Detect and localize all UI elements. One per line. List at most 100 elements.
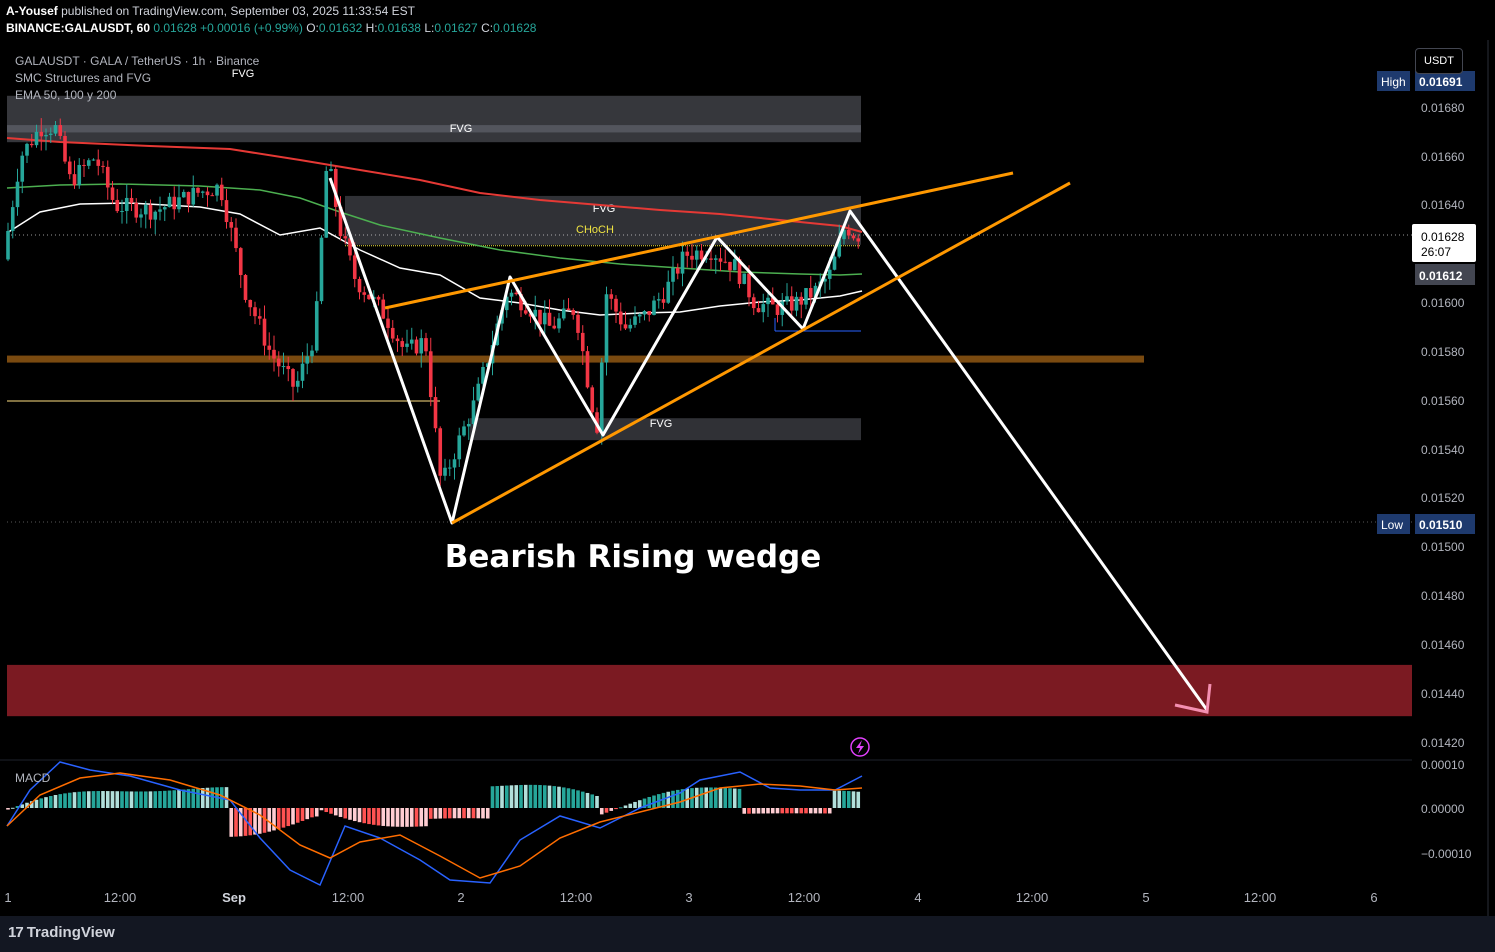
macd-histogram-bar [552, 786, 557, 808]
target-zone [7, 664, 1412, 717]
candle [457, 435, 462, 460]
candle [129, 197, 134, 203]
candle [210, 195, 215, 197]
time-tick: 3 [685, 890, 692, 905]
candle [181, 191, 186, 198]
candle [286, 366, 291, 370]
macd-histogram-bar [528, 784, 533, 808]
time-tick: 12:00 [788, 890, 821, 905]
macd-histogram-bar [105, 791, 110, 808]
candle [86, 160, 91, 166]
macd-histogram-bar [234, 808, 238, 837]
candle [272, 349, 276, 359]
macd-histogram-bar [433, 808, 438, 819]
macd-histogram-bar [63, 793, 67, 808]
candle [856, 238, 861, 242]
time-tick: 12:00 [560, 890, 593, 905]
symbol-text: BINANCE:GALAUSDT, 60 [6, 21, 151, 35]
candle [561, 308, 566, 319]
macd-histogram-bar [452, 808, 457, 819]
chart-zones: FVGFVGFVGFVGCHoCH [7, 68, 1412, 717]
macd-histogram-bar [91, 791, 96, 808]
macd-histogram-bar [804, 808, 808, 814]
chart-canvas[interactable]: FVGFVGFVGFVGCHoCH Bearish Rising wedge 0… [0, 0, 1495, 952]
macd-histogram-bar [34, 799, 39, 808]
candle [153, 211, 158, 220]
macd-histogram-bar [276, 808, 281, 830]
candle [124, 197, 129, 212]
macd-histogram-bar [286, 808, 291, 827]
macd-histogram-bar [281, 808, 286, 828]
candle [538, 309, 542, 325]
time-tick: 12:00 [1244, 890, 1277, 905]
macd-histogram-bar [509, 785, 514, 808]
macd-histogram-bar [324, 808, 329, 813]
macd-histogram-bar [10, 807, 15, 809]
macd-histogram-bar [333, 808, 338, 816]
macd-histogram-bar [314, 808, 319, 817]
current-price-value: 0.01628 [1421, 230, 1465, 244]
macd-histogram-bar [823, 808, 827, 814]
footer-bar [0, 916, 1495, 952]
candle [238, 248, 243, 276]
macd-histogram-bar [343, 808, 348, 819]
candle [248, 299, 253, 308]
candle [452, 459, 457, 468]
macd-histogram-bar [576, 790, 580, 808]
tradingview-logo[interactable]: 17 TradingView [8, 924, 115, 941]
legend-title[interactable]: GALAUSDT · GALA / TetherUS · 1h · Binanc… [15, 54, 259, 68]
candle [53, 125, 58, 134]
candle [671, 267, 675, 282]
legend-indicator-ema[interactable]: EMA 50, 100 y 200 [15, 88, 116, 102]
ohlc-line: BINANCE:GALAUSDT, 60 0.01628 +0.00016 (+… [6, 21, 536, 35]
candle [110, 187, 115, 200]
candle [680, 251, 685, 274]
legend-indicator-smc[interactable]: SMC Structures and FVG [15, 71, 151, 85]
candle [409, 339, 414, 344]
candle [324, 170, 329, 238]
macd-histogram-bar [110, 791, 115, 808]
candle [713, 258, 718, 260]
price-tick: 0.01660 [1421, 150, 1465, 164]
macd-histogram-bar [262, 808, 267, 833]
macd-histogram-bar [177, 789, 181, 808]
candle [63, 135, 67, 162]
price-tick: 0.01480 [1421, 589, 1465, 603]
candle [6, 230, 10, 260]
candle [224, 200, 229, 223]
candle [39, 131, 44, 137]
legend-macd[interactable]: MACD [15, 771, 50, 785]
macd-histogram-bar [386, 808, 390, 827]
candle [357, 278, 362, 293]
candle [67, 161, 72, 175]
macd-histogram-bar [775, 808, 780, 814]
candle [523, 310, 528, 314]
candle [614, 298, 618, 312]
tradingview-logo-icon: 17 [8, 924, 24, 941]
macd-histogram-bar [120, 791, 124, 808]
candle [376, 296, 381, 300]
macd-histogram-bar [405, 808, 409, 827]
macd-histogram-bar [129, 791, 134, 808]
macd-histogram-bar [96, 791, 101, 808]
author-name[interactable]: A-Yousef [6, 4, 58, 18]
macd-tick: 0.00000 [1421, 802, 1465, 816]
macd-histogram-bar [756, 808, 761, 814]
candle [191, 187, 196, 205]
publisher-line: A-Yousef published on TradingView.com, S… [6, 4, 415, 18]
time-tick: 1 [4, 890, 11, 905]
macd-tick: −0.00010 [1421, 847, 1472, 861]
macd-histogram-bar [101, 791, 105, 808]
macd-histogram-bar [291, 808, 295, 825]
candle [794, 296, 799, 311]
macd-histogram-bar [523, 784, 528, 808]
candle [419, 338, 424, 354]
macd-histogram-bar [728, 788, 732, 808]
macd-histogram-bar [143, 791, 148, 808]
currency-selector[interactable]: USDT [1415, 48, 1463, 74]
macd-histogram-bar [300, 808, 305, 821]
macd-histogram-bar [618, 807, 623, 809]
macd-histogram-bar [44, 797, 48, 808]
candle [547, 312, 552, 326]
candle [580, 332, 585, 352]
